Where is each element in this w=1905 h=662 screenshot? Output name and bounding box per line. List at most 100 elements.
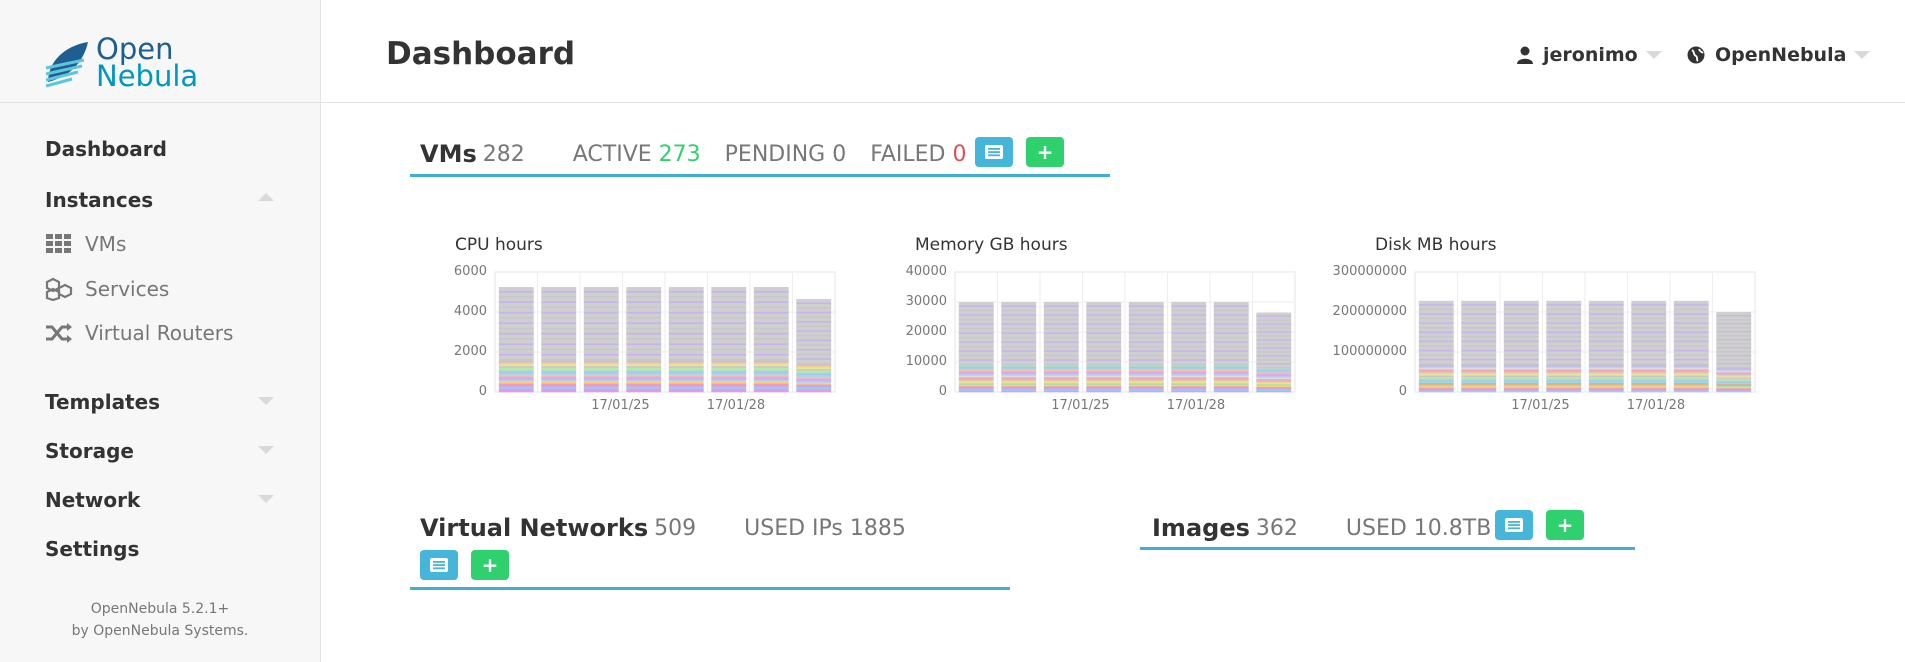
vms-list-button[interactable]	[975, 137, 1013, 167]
x-tick-label: 17/01/28	[1626, 398, 1686, 413]
vms-count: 282	[482, 141, 525, 167]
sidebar-item-label: Virtual Routers	[85, 321, 234, 345]
chart-bar	[1001, 302, 1037, 393]
logo-line2: Nebula	[96, 59, 199, 93]
list-icon	[985, 145, 1003, 159]
version-line2: by OpenNebula Systems.	[71, 623, 249, 639]
chart-bar	[1256, 312, 1292, 393]
chart-bar	[541, 287, 577, 393]
vnets-summary: Virtual Networks 509 USED IPs 1885	[420, 514, 906, 542]
x-tick-label: 17/01/28	[1166, 398, 1226, 413]
pending-count: 0	[832, 141, 847, 167]
cubes-icon	[45, 277, 73, 301]
chart-plot	[954, 271, 1296, 393]
active-label: ACTIVE	[572, 141, 652, 167]
chart-bar	[583, 287, 619, 393]
sidebar-item-network[interactable]: Network	[45, 488, 140, 512]
list-icon	[1505, 518, 1523, 532]
sidebar-item-templates[interactable]: Templates	[45, 390, 160, 414]
chart-bar	[753, 287, 789, 393]
chart-bar	[1418, 300, 1454, 393]
images-summary: Images 362 USED 10.8TB	[1152, 514, 1491, 542]
vnets-title: Virtual Networks	[420, 514, 649, 542]
x-tick-label: 17/01/25	[591, 398, 650, 413]
memory-gb-hours-chart: Memory GB hours 40000 30000 20000 10000 0 17/0…	[880, 235, 1300, 415]
chart-bar	[1716, 312, 1752, 393]
chart-bar	[1631, 300, 1667, 393]
plus-icon: +	[481, 553, 499, 577]
used-label: USED	[1345, 515, 1407, 541]
images-list-button[interactable]	[1495, 510, 1533, 540]
zone-menu[interactable]: OpenNebula	[1687, 44, 1871, 66]
chart-bar	[1043, 302, 1079, 393]
chart-bar	[1213, 302, 1249, 393]
pending-label: PENDING	[724, 141, 826, 167]
user-menu[interactable]: jeronimo	[1517, 44, 1662, 66]
chevron-down-icon	[1645, 51, 1662, 59]
sidebar-divider	[0, 102, 320, 103]
sidebar-item-instances[interactable]: Instances	[45, 188, 153, 212]
user-name: jeronimo	[1543, 44, 1638, 66]
chart-bar	[1673, 300, 1709, 393]
globe-icon	[1687, 46, 1705, 64]
cpu-hours-chart: CPU hours 6000 4000 2000 0 17/01/25 17/01/28	[420, 235, 840, 415]
chevron-down-icon	[1854, 51, 1871, 59]
failed-count: 0	[952, 141, 967, 167]
sidebar-item-services[interactable]: Services	[45, 277, 169, 301]
vms-add-button[interactable]: +	[1026, 137, 1064, 167]
chart-bar	[958, 302, 994, 393]
vms-title: VMs	[420, 140, 477, 168]
chart-bar	[1461, 300, 1497, 393]
sidebar-item-settings[interactable]: Settings	[45, 537, 139, 561]
chart-bar	[668, 287, 704, 393]
sidebar-item-dashboard[interactable]: Dashboard	[45, 137, 167, 161]
version-text: OpenNebula 5.2.1+ by OpenNebula Systems.	[0, 598, 320, 642]
used-size: 10.8TB	[1413, 515, 1492, 541]
zone-name: OpenNebula	[1715, 44, 1847, 66]
user-icon	[1517, 46, 1533, 64]
chevron-down-icon[interactable]	[258, 495, 274, 503]
x-tick-label: 17/01/28	[706, 398, 766, 413]
vms-underline	[410, 174, 1110, 177]
vnets-add-button[interactable]: +	[471, 550, 509, 580]
failed-label: FAILED	[870, 141, 946, 167]
sidebar-item-storage[interactable]: Storage	[45, 439, 134, 463]
sidebar: Open Nebula Dashboard Instances VMs Serv…	[0, 0, 321, 662]
plus-icon: +	[1556, 513, 1574, 537]
chart-bar	[711, 287, 747, 393]
opennebula-logo[interactable]: Open Nebula	[44, 35, 199, 93]
chart-bar	[1503, 300, 1539, 393]
chart-bar	[1086, 302, 1122, 393]
chevron-up-icon[interactable]	[258, 193, 274, 201]
chevron-down-icon[interactable]	[258, 446, 274, 454]
logo-mark-icon	[45, 42, 88, 88]
sidebar-item-label: VMs	[85, 232, 127, 256]
vms-summary: VMs 282 ACTIVE 273 PENDING 0 FAILED 0	[420, 140, 967, 168]
chart-bar	[1546, 300, 1582, 393]
vnets-underline	[410, 587, 1010, 590]
grid-icon	[45, 232, 73, 256]
chart-bar	[1588, 300, 1624, 393]
plus-icon: +	[1036, 140, 1054, 164]
vnets-count: 509	[654, 515, 697, 541]
version-line1: OpenNebula 5.2.1+	[90, 601, 230, 617]
images-count: 362	[1255, 515, 1298, 541]
disk-mb-hours-chart: Disk MB hours 300000000 200000000 100000000…	[1333, 235, 1760, 415]
x-tick-label: 17/01/25	[1511, 398, 1570, 413]
used-ips-count: 1885	[849, 515, 906, 541]
images-title: Images	[1152, 514, 1250, 542]
top-bar: Dashboard jeronimo OpenNebula	[321, 0, 1905, 103]
chart-bar	[1128, 302, 1164, 393]
shuffle-icon	[45, 321, 73, 345]
chart-plot	[1414, 271, 1756, 393]
sidebar-item-virtual-routers[interactable]: Virtual Routers	[45, 321, 233, 345]
list-icon	[430, 558, 448, 572]
page-title: Dashboard	[386, 36, 576, 72]
images-add-button[interactable]: +	[1546, 510, 1584, 540]
vnets-list-button[interactable]	[420, 550, 458, 580]
chevron-down-icon[interactable]	[258, 397, 274, 405]
x-tick-label: 17/01/25	[1051, 398, 1110, 413]
sidebar-item-vms[interactable]: VMs	[45, 232, 126, 256]
used-ips-label: USED IPs	[744, 515, 843, 541]
chart-bar	[1171, 302, 1207, 393]
